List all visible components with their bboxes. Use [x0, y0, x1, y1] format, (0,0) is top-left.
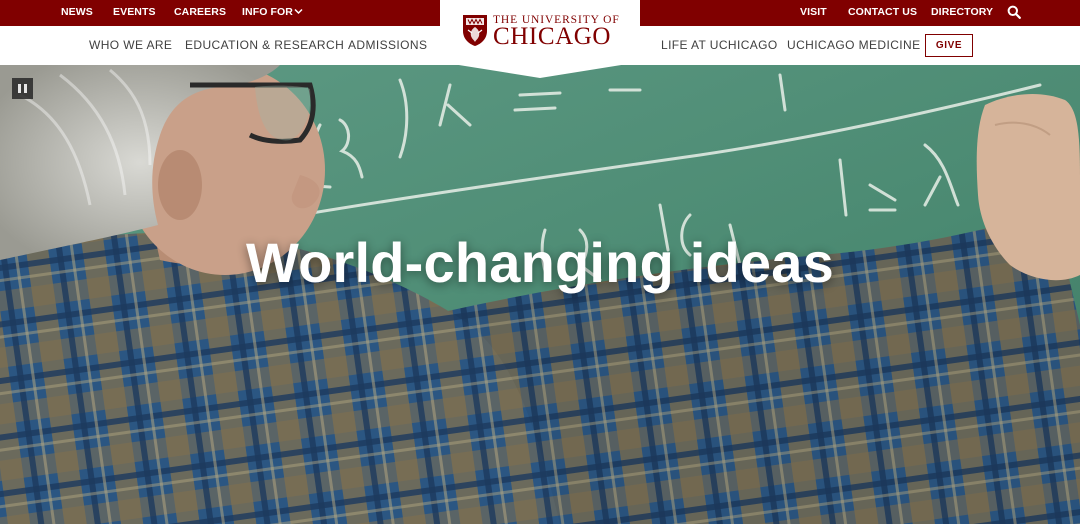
hero-title: World-changing ideas	[246, 231, 834, 294]
hero-banner: World-changing ideas	[0, 65, 1080, 524]
page: NEWS EVENTS CAREERS INFO FOR VISIT CONTA…	[0, 0, 1080, 524]
nav-life-at-uchicago[interactable]: LIFE AT UCHICAGO	[661, 26, 778, 65]
info-for-label: INFO FOR	[242, 6, 293, 18]
pause-icon	[18, 84, 21, 93]
university-logo[interactable]: THE UNIVERSITY OF CHICAGO	[440, 0, 640, 78]
search-icon[interactable]	[1007, 5, 1021, 19]
give-button[interactable]: GIVE	[925, 34, 973, 57]
util-link-visit[interactable]: VISIT	[800, 0, 827, 26]
util-link-news[interactable]: NEWS	[61, 0, 93, 26]
util-link-directory[interactable]: DIRECTORY	[931, 0, 993, 26]
pause-button[interactable]	[12, 78, 33, 99]
logo-line2: CHICAGO	[493, 23, 612, 50]
nav-admissions[interactable]: ADMISSIONS	[348, 26, 427, 65]
util-link-careers[interactable]: CAREERS	[174, 0, 226, 26]
nav-uchicago-medicine[interactable]: UCHICAGO MEDICINE	[787, 26, 920, 65]
util-link-events[interactable]: EVENTS	[113, 0, 156, 26]
nav-education-research[interactable]: EDUCATION & RESEARCH	[185, 26, 344, 65]
phoenix-crest-icon	[463, 15, 487, 46]
chevron-down-icon	[294, 8, 303, 14]
util-link-info-for[interactable]: INFO FOR	[242, 0, 303, 26]
util-link-contact-us[interactable]: CONTACT US	[848, 0, 917, 26]
nav-who-we-are[interactable]: WHO WE ARE	[89, 26, 172, 65]
pause-icon-bar	[24, 84, 27, 93]
